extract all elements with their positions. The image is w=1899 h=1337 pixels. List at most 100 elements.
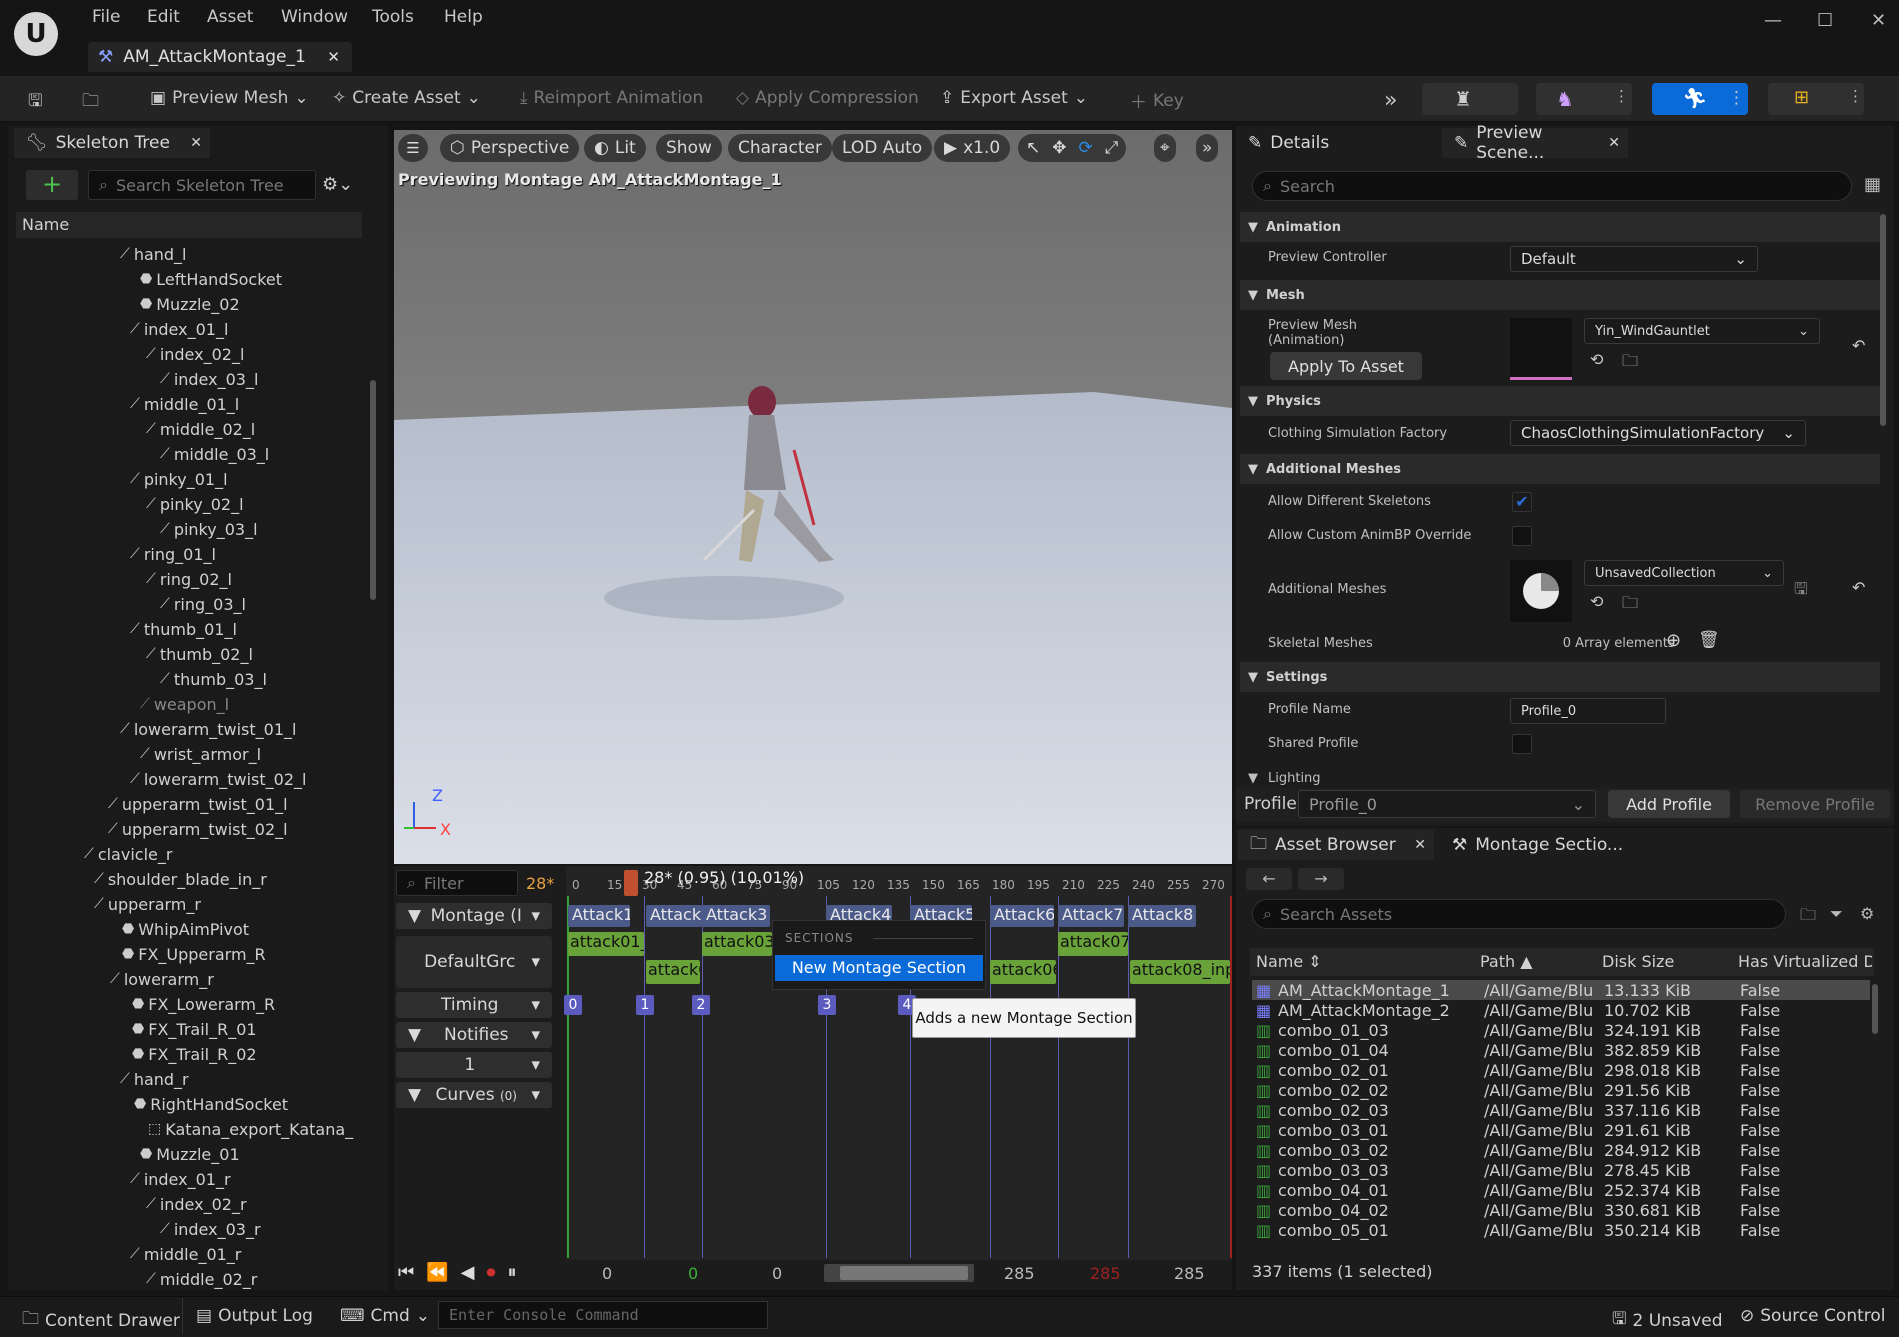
scale-icon[interactable]: ⤢ [1105, 138, 1119, 158]
skeleton-tree-row[interactable]: ⟋ thumb_03_l [160, 668, 267, 690]
lit-button[interactable]: ◐ Lit [584, 134, 646, 162]
menu-file[interactable]: File [92, 7, 120, 27]
window-close-icon[interactable]: ✕ [1871, 10, 1886, 31]
forward-arrow-icon[interactable]: → [1298, 868, 1344, 890]
new-montage-section-menu-item[interactable]: New Montage Section [775, 955, 983, 981]
skeleton-tree-row[interactable]: ⟋ upperarm_r [94, 893, 201, 915]
section-animation[interactable]: ▼ Animation [1240, 212, 1880, 242]
viewport-overflow-icon[interactable]: » [1196, 134, 1219, 162]
step-back-icon[interactable]: ⏪ [426, 1262, 448, 1283]
skeleton-tree-row[interactable]: ⬣ FX_Upperarm_R [122, 943, 266, 965]
close-icon[interactable]: ✕ [1414, 837, 1426, 853]
skeleton-mode-button[interactable]: ♜ [1422, 83, 1518, 115]
skeleton-column-header[interactable]: Name [16, 212, 362, 238]
asset-row[interactable]: ▥ combo_03_01/All/Game/Blu 291.61 KiB False [1252, 1120, 1870, 1141]
remove-profile-button[interactable]: Remove Profile [1740, 790, 1890, 818]
more-icon[interactable]: ⋮ [1848, 87, 1863, 105]
skeleton-tree-row[interactable]: ⟋ ring_03_l [160, 593, 246, 615]
shared-profile-checkbox[interactable] [1512, 734, 1532, 754]
collection-thumbnail[interactable] [1510, 560, 1572, 622]
asset-row[interactable]: ▥ combo_01_03/All/Game/Blu 324.191 KiB Fals… [1252, 1020, 1870, 1041]
key-button[interactable]: ＋ Key [1130, 88, 1184, 114]
timeline-scroll-thumb[interactable] [840, 1266, 968, 1280]
section-attack8[interactable]: Attack8 [1128, 905, 1196, 927]
play-end-value[interactable]: 285 [1090, 1264, 1121, 1283]
timing-marker-0[interactable]: 0 [564, 995, 582, 1015]
skeleton-tree-row[interactable]: ⟋ lowerarm_r [110, 968, 214, 990]
asset-row[interactable]: ▥ combo_02_01/All/Game/Blu 298.018 KiB Fals… [1252, 1060, 1870, 1081]
save-icon[interactable]: 🖫 [28, 88, 42, 117]
apply-to-asset-button[interactable]: Apply To Asset [1270, 352, 1422, 380]
details-search-input[interactable]: ⌕ Search [1252, 171, 1852, 201]
source-control-button[interactable]: ⊘ Source Control [1740, 1306, 1886, 1326]
perspective-button[interactable]: ⬡ Perspective [440, 134, 580, 162]
filter-icon[interactable]: ⏷ [1830, 904, 1843, 924]
back-arrow-icon[interactable]: ← [1246, 868, 1292, 890]
close-icon[interactable]: ✕ [1608, 135, 1620, 151]
unreal-logo-icon[interactable]: U [14, 12, 58, 56]
column-has-virtualized[interactable]: Has Virtualized D [1738, 952, 1872, 971]
more-icon[interactable]: ⋮ [1614, 87, 1629, 105]
table-view-icon[interactable]: ▦ [1864, 174, 1881, 195]
reset-arrow-icon[interactable]: ↶ [1852, 336, 1865, 355]
more-icon[interactable]: ⋮ [1728, 88, 1745, 108]
montage-track[interactable]: ▼ Montage (I ▾ [396, 903, 552, 929]
timing-marker-3[interactable]: 3 [818, 995, 836, 1015]
notify-track-1[interactable]: 1 ▾ [396, 1052, 552, 1078]
asset-row[interactable]: ▥ combo_02_02/All/Game/Blu 291.56 KiB False [1252, 1080, 1870, 1101]
skeleton-tree-row[interactable]: ⟋ thumb_02_l [146, 643, 253, 665]
skeleton-scrollbar[interactable] [370, 380, 376, 600]
section-lighting[interactable]: ▼ Lighting [1240, 768, 1880, 788]
export-asset-button[interactable]: ⇪ Export Asset ⌄ [940, 88, 1088, 108]
apply-compression-button[interactable]: ◇ Apply Compression [736, 88, 919, 108]
asset-row[interactable]: ▥ combo_04_01/All/Game/Blu 252.374 KiB Fals… [1252, 1180, 1870, 1201]
reset-arrow-icon[interactable]: ↶ [1852, 578, 1865, 597]
output-log-button[interactable]: ▤ Output Log [196, 1306, 313, 1326]
asset-row[interactable]: ▥ combo_03_02/All/Game/Blu 284.912 KiB Fals… [1252, 1140, 1870, 1161]
asset-browser-tab[interactable]: 🗀 Asset Browser ✕ [1238, 830, 1434, 860]
add-profile-button[interactable]: Add Profile [1608, 790, 1730, 818]
console-input[interactable]: Enter Console Command [438, 1301, 768, 1329]
preview-scene-tab[interactable]: ✎ Preview Scene... ✕ [1442, 123, 1628, 163]
skeleton-tree-tab[interactable]: 🦴︎ Skeleton Tree ✕ [14, 128, 210, 158]
skeleton-tree-row[interactable]: ⟋ middle_02_r [146, 1268, 257, 1290]
asset-scrollbar[interactable] [1872, 984, 1878, 1034]
playhead-handle[interactable] [624, 870, 638, 896]
skeleton-tree-row[interactable]: ⟋ index_03_l [160, 368, 258, 390]
skeleton-tree-row[interactable]: ⟋ index_02_l [146, 343, 244, 365]
asset-tab[interactable]: ⚒ AM_AttackMontage_1 ✕ [88, 42, 352, 72]
asset-search-input[interactable]: ⌕ Search Assets [1252, 899, 1786, 929]
curves-track[interactable]: ▼ Curves (0) ▾ [396, 1082, 552, 1108]
skeleton-tree-row[interactable]: ⟋ index_01_r [130, 1168, 231, 1190]
skeleton-tree-row[interactable]: ⬣ Muzzle_02 [140, 293, 240, 315]
save-collection-icon[interactable]: 🖫 [1794, 578, 1808, 605]
cmd-button[interactable]: ⌨ Cmd ⌄ [340, 1306, 430, 1326]
allow-custom-animbp-checkbox[interactable] [1512, 526, 1532, 546]
content-drawer-button[interactable]: 🗀 Content Drawer [22, 1306, 180, 1335]
section-attack3[interactable]: Attack3 [702, 905, 770, 927]
skeleton-tree-row[interactable]: ⬣ Muzzle_01 [140, 1143, 240, 1165]
rotate-icon[interactable]: ⟳ [1079, 138, 1093, 158]
section-attack7[interactable]: Attack7 [1058, 905, 1124, 927]
skeleton-tree-row[interactable]: ⟋ shoulder_blade_in_r [94, 868, 267, 890]
skeleton-tree-row[interactable]: ⟋ pinky_01_l [130, 468, 228, 490]
segment-attack02[interactable]: attack0 [646, 960, 700, 984]
profile-name-input[interactable]: Profile_0 [1510, 698, 1666, 724]
view-start-value[interactable]: 0 [772, 1264, 782, 1283]
browse-folder-icon[interactable]: 🗀 [1622, 350, 1638, 377]
segment-attack03[interactable]: attack03 [702, 932, 772, 956]
segment-attack06[interactable]: attack06 [990, 960, 1056, 984]
view-end-value[interactable]: 285 [1004, 1264, 1035, 1283]
menu-tools[interactable]: Tools [372, 7, 414, 27]
asset-row[interactable]: ▥ combo_02_03/All/Game/Blu 337.116 KiB Fals… [1252, 1100, 1870, 1121]
skeleton-tree-row[interactable]: ⟋ wrist_armor_l [140, 743, 261, 765]
record-icon[interactable]: ⏺ [486, 1262, 495, 1283]
menu-help[interactable]: Help [444, 7, 483, 27]
add-socket-button[interactable]: + [26, 170, 78, 200]
skeleton-tree-row[interactable]: ⟋ upperarm_twist_02_l [108, 818, 288, 840]
clothing-dropdown[interactable]: ChaosClothingSimulationFactory ⌄ [1510, 420, 1806, 446]
skeleton-tree-row[interactable]: ⟋ lowerarm_twist_01_l [120, 718, 296, 740]
skeleton-tree-row[interactable]: ⬣ FX_Trail_R_01 [132, 1018, 257, 1040]
section-physics[interactable]: ▼ Physics [1240, 386, 1880, 416]
section-settings[interactable]: ▼ Settings [1240, 662, 1880, 692]
